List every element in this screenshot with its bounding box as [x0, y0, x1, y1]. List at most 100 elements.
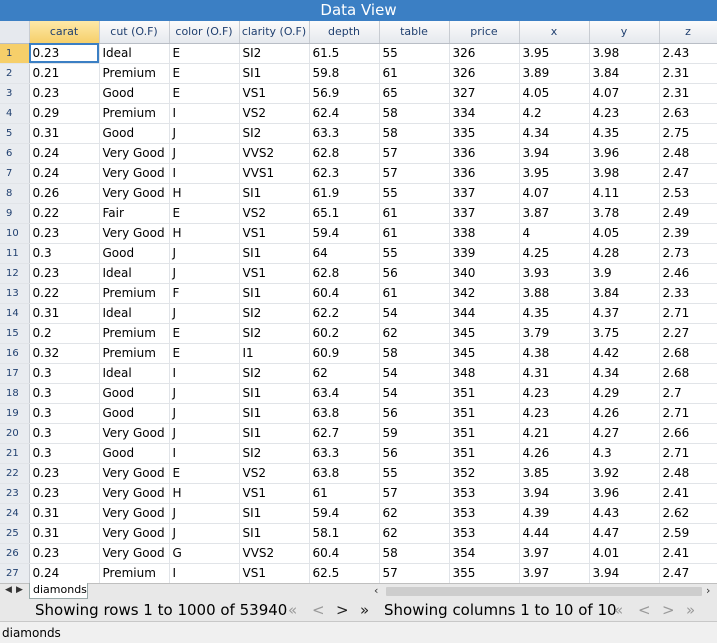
data-cell[interactable]: J [169, 263, 240, 284]
data-cell[interactable]: 60.4 [309, 543, 380, 564]
data-cell[interactable]: 327 [449, 83, 520, 104]
first-cols-button[interactable]: « [614, 599, 623, 621]
row-number[interactable]: 5 [0, 123, 30, 144]
data-cell[interactable]: 3.94 [519, 483, 590, 504]
data-cell[interactable]: 65 [379, 83, 450, 104]
row-number[interactable]: 8 [0, 183, 30, 204]
data-cell[interactable]: Good [99, 443, 170, 464]
data-cell[interactable]: 62.8 [309, 143, 380, 164]
prev-cols-button[interactable]: < [638, 599, 651, 621]
data-cell[interactable]: Very Good [99, 463, 170, 484]
scroll-right-icon[interactable]: › [706, 584, 710, 597]
data-cell[interactable]: 3.95 [519, 163, 590, 184]
data-cell[interactable]: I1 [239, 343, 310, 364]
prev-rows-button[interactable]: < [312, 599, 325, 621]
data-cell[interactable]: 2.46 [659, 263, 717, 284]
data-cell[interactable]: 3.98 [589, 163, 660, 184]
next-rows-button[interactable]: > [336, 599, 349, 621]
data-cell[interactable]: 355 [449, 563, 520, 583]
last-cols-button[interactable]: » [686, 599, 695, 621]
data-cell[interactable]: 0.32 [29, 343, 100, 364]
data-cell[interactable]: J [169, 243, 240, 264]
data-cell[interactable]: 59.4 [309, 223, 380, 244]
data-cell[interactable]: 64 [309, 243, 380, 264]
scroll-thumb[interactable] [386, 587, 702, 596]
data-cell[interactable]: 59.8 [309, 63, 380, 84]
data-cell[interactable]: 2.47 [659, 163, 717, 184]
data-cell[interactable]: 345 [449, 323, 520, 344]
data-cell[interactable]: E [169, 343, 240, 364]
data-cell[interactable]: 58 [379, 103, 450, 124]
data-cell[interactable]: 2.49 [659, 203, 717, 224]
data-cell[interactable]: 58 [379, 543, 450, 564]
data-cell[interactable]: 351 [449, 383, 520, 404]
data-cell[interactable]: 58.1 [309, 523, 380, 544]
data-cell[interactable]: 4.23 [519, 383, 590, 404]
corner-cell[interactable] [0, 21, 30, 44]
data-cell[interactable]: 3.97 [519, 543, 590, 564]
data-cell[interactable]: 4.47 [589, 523, 660, 544]
data-cell[interactable]: SI2 [239, 323, 310, 344]
data-cell[interactable]: SI2 [239, 43, 310, 64]
data-cell[interactable]: 0.24 [29, 563, 100, 583]
data-cell[interactable]: 4.11 [589, 183, 660, 204]
data-cell[interactable]: 4.42 [589, 343, 660, 364]
data-cell[interactable]: SI1 [239, 403, 310, 424]
column-header[interactable]: table [379, 21, 450, 44]
column-header[interactable]: price [449, 21, 520, 44]
last-rows-button[interactable]: » [360, 599, 369, 621]
row-number[interactable]: 23 [0, 483, 30, 504]
data-cell[interactable]: 63.4 [309, 383, 380, 404]
data-cell[interactable]: 2.33 [659, 283, 717, 304]
data-cell[interactable]: 3.97 [519, 563, 590, 583]
data-cell[interactable]: 0.2 [29, 323, 100, 344]
data-cell[interactable]: Very Good [99, 543, 170, 564]
row-number[interactable]: 10 [0, 223, 30, 244]
data-cell[interactable]: E [169, 63, 240, 84]
data-cell[interactable]: 56 [379, 403, 450, 424]
row-number[interactable]: 17 [0, 363, 30, 384]
data-cell[interactable]: J [169, 123, 240, 144]
data-cell[interactable]: I [169, 443, 240, 464]
data-cell[interactable]: Very Good [99, 423, 170, 444]
data-cell[interactable]: 61 [379, 203, 450, 224]
row-number[interactable]: 1 [0, 43, 30, 64]
scroll-left-icon[interactable]: ‹ [374, 584, 378, 597]
data-cell[interactable]: 4.01 [589, 543, 660, 564]
data-cell[interactable]: 62 [379, 503, 450, 524]
data-cell[interactable]: 4.44 [519, 523, 590, 544]
data-cell[interactable]: 60.4 [309, 283, 380, 304]
data-cell[interactable]: 4.35 [519, 303, 590, 324]
data-cell[interactable]: 63.3 [309, 123, 380, 144]
data-cell[interactable]: 0.31 [29, 523, 100, 544]
data-cell[interactable]: 0.26 [29, 183, 100, 204]
data-cell[interactable]: 57 [379, 483, 450, 504]
data-cell[interactable]: E [169, 83, 240, 104]
data-cell[interactable]: 3.78 [589, 203, 660, 224]
data-cell[interactable]: 63.8 [309, 403, 380, 424]
data-cell[interactable]: 4 [519, 223, 590, 244]
data-cell[interactable]: 0.3 [29, 403, 100, 424]
data-cell[interactable]: 61 [379, 63, 450, 84]
data-cell[interactable]: 2.62 [659, 503, 717, 524]
data-cell[interactable]: J [169, 303, 240, 324]
data-cell[interactable]: 55 [379, 463, 450, 484]
data-cell[interactable]: 4.34 [589, 363, 660, 384]
data-cell[interactable]: 62.3 [309, 163, 380, 184]
row-number[interactable]: 7 [0, 163, 30, 184]
data-cell[interactable]: 57 [379, 143, 450, 164]
data-cell[interactable]: 58 [379, 343, 450, 364]
data-cell[interactable]: 352 [449, 463, 520, 484]
data-cell[interactable]: Premium [99, 103, 170, 124]
data-cell[interactable]: 4.38 [519, 343, 590, 364]
data-cell[interactable]: 3.94 [519, 143, 590, 164]
data-cell[interactable]: 0.3 [29, 383, 100, 404]
data-cell[interactable]: 3.98 [589, 43, 660, 64]
data-cell[interactable]: 61 [309, 483, 380, 504]
data-cell[interactable]: SI1 [239, 63, 310, 84]
data-cell[interactable]: 2.71 [659, 443, 717, 464]
data-cell[interactable]: 4.07 [589, 83, 660, 104]
column-header[interactable]: cut (O.F) [99, 21, 170, 44]
data-cell[interactable]: 54 [379, 383, 450, 404]
data-cell[interactable]: Very Good [99, 503, 170, 524]
